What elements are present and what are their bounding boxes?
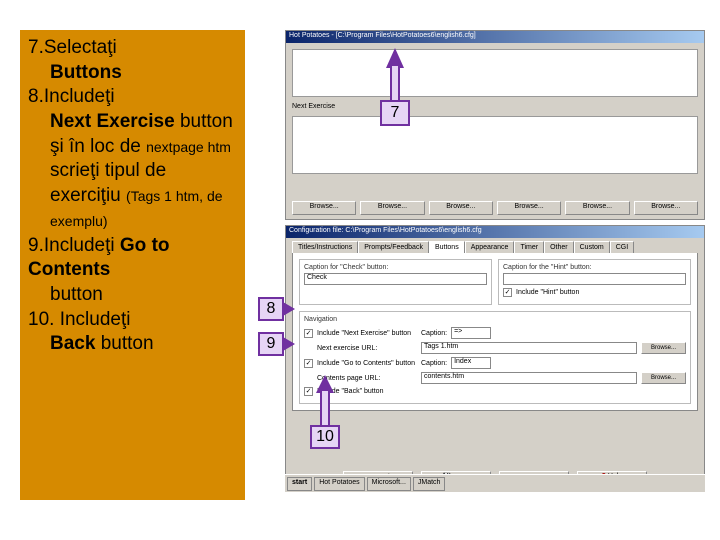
window2-titlebar: Configuration file: C:\Program Files\Hot… xyxy=(286,226,704,238)
step8-bold: Next Exercise xyxy=(50,111,175,132)
callout-10: 10 xyxy=(310,425,340,449)
instructions-panel: 7.Selectaţi Buttons 8.Includeţi Next Exe… xyxy=(20,30,245,500)
taskbar-item[interactable]: JMatch xyxy=(413,477,446,491)
step7-bold: Buttons xyxy=(28,61,237,86)
navigation-group: Navigation ✓ Include "Next Exercise" but… xyxy=(299,311,691,404)
app-window-1: Hot Potatoes - [C:\Program Files\HotPota… xyxy=(285,30,705,220)
step10-text-c: button xyxy=(95,333,153,354)
browse-button[interactable]: Browse... xyxy=(641,372,686,384)
nav-header: Navigation xyxy=(304,316,686,323)
callout-7: 7 xyxy=(380,100,410,126)
check-caption-label: Caption for "Check" button: xyxy=(304,264,487,271)
browse-button[interactable]: Browse... xyxy=(360,201,424,215)
tab-row: Titles/Instructions Prompts/Feedback But… xyxy=(292,241,698,253)
arrow-7-stem xyxy=(390,66,400,102)
tab-custom[interactable]: Custom xyxy=(574,241,610,253)
tab-timer[interactable]: Timer xyxy=(514,241,544,253)
panel-2 xyxy=(292,116,698,174)
step10-bold: Back xyxy=(50,333,95,354)
contents-checkbox[interactable]: ✓ xyxy=(304,359,313,368)
tab-other[interactable]: Other xyxy=(544,241,574,253)
next-exercise-label: Include "Next Exercise" button xyxy=(317,330,417,337)
step-8: 8.Includeţi Next Exercise button şi în l… xyxy=(28,85,237,233)
caption-label: Caption: xyxy=(421,330,447,337)
browse-button[interactable]: Browse... xyxy=(497,201,561,215)
next-caption-input[interactable]: => xyxy=(451,327,491,339)
step-9: 9.Includeţi Go to Contents button xyxy=(28,234,237,308)
config-window: Configuration file: C:\Program Files\Hot… xyxy=(285,225,705,490)
step8-small-d: nextpage htm xyxy=(146,139,231,155)
tab-appearance[interactable]: Appearance xyxy=(465,241,515,253)
hint-check-label: Include "Hint" button xyxy=(516,289,579,296)
arrow-9 xyxy=(283,337,295,351)
arrow-10-stem xyxy=(320,391,330,427)
tab-buttons[interactable]: Buttons xyxy=(429,241,465,253)
browse-button[interactable]: Browse... xyxy=(565,201,629,215)
start-button[interactable]: start xyxy=(287,477,312,491)
tab-cgi[interactable]: CGI xyxy=(610,241,634,253)
browse-button[interactable]: Browse... xyxy=(292,201,356,215)
browse-button[interactable]: Browse... xyxy=(641,342,686,354)
hint-checkbox[interactable]: ✓ xyxy=(503,288,512,297)
step8-text-a: Includeţi xyxy=(44,86,115,107)
callout-8: 8 xyxy=(258,297,284,321)
hint-caption-input[interactable] xyxy=(503,273,686,285)
next-exercise-checkbox[interactable]: ✓ xyxy=(304,329,313,338)
back-checkbox[interactable]: ✓ xyxy=(304,387,313,396)
tab-titles[interactable]: Titles/Instructions xyxy=(292,241,358,253)
browse-button[interactable]: Browse... xyxy=(634,201,698,215)
arrow-8 xyxy=(283,302,295,316)
taskbar-item[interactable]: Hot Potatoes xyxy=(314,477,364,491)
contents-caption-input[interactable]: Index xyxy=(451,357,491,369)
taskbar-item[interactable]: Microsoft... xyxy=(367,477,411,491)
next-url-input[interactable]: Tags 1.htm xyxy=(421,342,637,354)
check-caption-input[interactable]: Check xyxy=(304,273,487,285)
panel-1 xyxy=(292,49,698,97)
contents-url-input[interactable]: contents.htm xyxy=(421,372,637,384)
step8-num: 8. xyxy=(28,86,44,107)
step7-text: Selectaţi xyxy=(44,37,117,58)
callout-9: 9 xyxy=(258,332,284,356)
window1-buttons: Browse... Browse... Browse... Browse... … xyxy=(292,201,698,215)
step-10: 10. Includeţi Back button xyxy=(28,308,237,357)
caption-label: Caption: xyxy=(421,360,447,367)
next-url-label: Next exercise URL: xyxy=(317,345,417,352)
step10-num: 10. xyxy=(28,309,54,330)
tab-content: Caption for "Check" button: Check Captio… xyxy=(292,253,698,411)
tab-prompts[interactable]: Prompts/Feedback xyxy=(358,241,429,253)
panel-label: Next Exercise xyxy=(292,103,698,110)
taskbar: start Hot Potatoes Microsoft... JMatch xyxy=(285,474,705,492)
step7-num: 7. xyxy=(28,37,44,58)
step9-num: 9. xyxy=(28,235,44,256)
step9-text-c: button xyxy=(50,284,103,305)
step9-text-a: Includeţi xyxy=(44,235,120,256)
hint-caption-label: Caption for the "Hint" button: xyxy=(503,264,686,271)
contents-label: Include "Go to Contents" button xyxy=(317,360,417,367)
window1-titlebar: Hot Potatoes - [C:\Program Files\HotPota… xyxy=(286,31,704,43)
step-7: 7.Selectaţi Buttons xyxy=(28,36,237,85)
arrow-7 xyxy=(386,48,404,68)
browse-button[interactable]: Browse... xyxy=(429,201,493,215)
step10-text-a: Includeţi xyxy=(54,309,130,330)
